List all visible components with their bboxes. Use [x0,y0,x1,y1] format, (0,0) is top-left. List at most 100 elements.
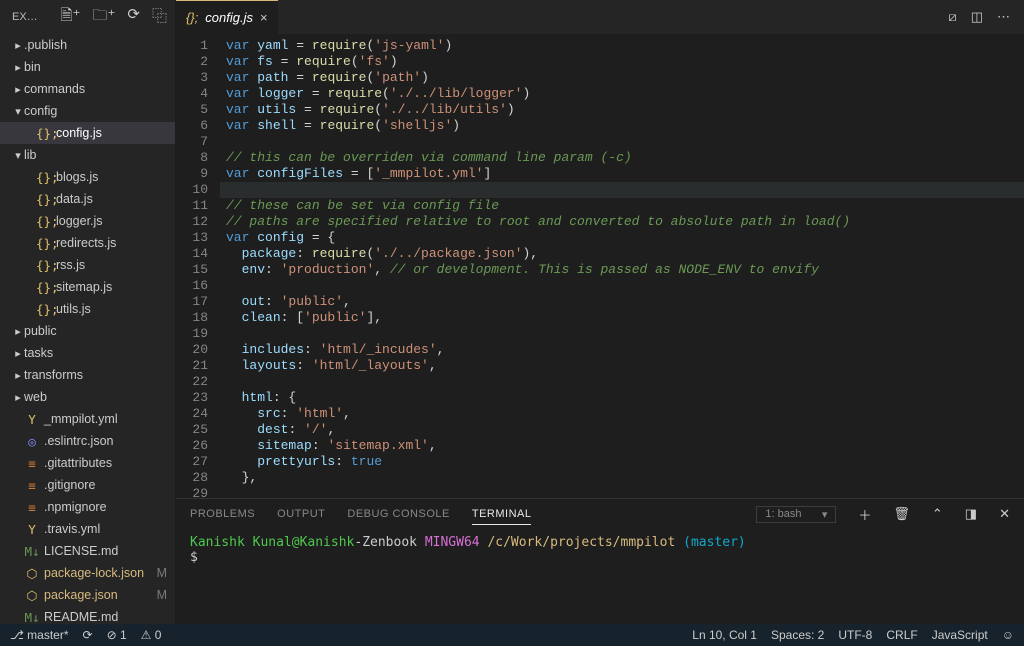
status-language[interactable]: JavaScript [932,628,988,642]
panel-tab-output[interactable]: OUTPUT [277,508,325,520]
code-line[interactable]: var yaml = require('js-yaml') [220,38,1024,54]
file--mmpilot-yml[interactable]: Y_mmpilot.yml [0,408,175,430]
code-line[interactable] [220,374,1024,390]
code-line[interactable]: var shell = require('shelljs') [220,118,1024,134]
panel-tab-terminal[interactable]: TERMINAL [472,504,532,525]
code-line[interactable]: sitemap: 'sitemap.xml', [220,438,1024,454]
file-logger-js[interactable]: {};logger.js [0,210,175,232]
folder-public[interactable]: ▸public [0,320,175,342]
folder-lib[interactable]: ▾lib [0,144,175,166]
folder-commands[interactable]: ▸commands [0,78,175,100]
tab-config-js[interactable]: {}; config.js × [176,0,279,34]
status-indentation[interactable]: Spaces: 2 [771,628,824,642]
terminal-selector[interactable]: 1: bash ▾ [756,506,836,523]
file-license-md[interactable]: M↓LICENSE.md [0,540,175,562]
status-errors[interactable]: ⊘ 1 [107,628,127,642]
chevron-down-icon: ▾ [822,508,828,521]
code-line[interactable]: var config = { [220,230,1024,246]
compare-icon[interactable]: ⧄ [948,9,956,25]
status-encoding[interactable]: UTF-8 [838,628,872,642]
code-line[interactable]: package: require('./../package.json'), [220,246,1024,262]
status-eol[interactable]: CRLF [886,628,917,642]
code-line[interactable] [220,182,1024,198]
close-tab-icon[interactable]: × [260,10,268,25]
editor-body[interactable]: 1234567891011121314151617181920212223242… [176,34,1024,498]
close-panel-icon[interactable]: ✕ [999,506,1010,522]
file--gitignore[interactable]: ≡.gitignore [0,474,175,496]
code-line[interactable]: src: 'html', [220,406,1024,422]
status-warnings[interactable]: ⚠ 0 [141,628,162,642]
code-line[interactable]: out: 'public', [220,294,1024,310]
new-terminal-icon[interactable]: ＋ [858,505,871,524]
code-line[interactable] [220,326,1024,342]
new-file-icon[interactable]: 🗎⁺ [61,5,81,30]
code-line[interactable]: var utils = require('./../lib/utils') [220,102,1024,118]
file-utils-js[interactable]: {};utils.js [0,298,175,320]
chevron-right-icon: ▸ [12,39,24,52]
maximize-panel-icon[interactable]: ⌃ [932,506,943,522]
tree-item-label: blogs.js [56,170,98,184]
code-line[interactable]: // paths are specified relative to root … [220,214,1024,230]
file-data-js[interactable]: {};data.js [0,188,175,210]
chevron-down-icon: ▾ [12,105,24,118]
code-content[interactable]: var yaml = require('js-yaml')var fs = re… [220,34,1024,498]
split-editor-icon[interactable]: ◫ [971,9,983,25]
code-line[interactable]: layouts: 'html/_layouts', [220,358,1024,374]
code-line[interactable]: clean: ['public'], [220,310,1024,326]
code-line[interactable]: prettyurls: true [220,454,1024,470]
status-sync-icon[interactable]: ⟳ [83,628,93,642]
code-line[interactable] [220,134,1024,150]
file--gitattributes[interactable]: ≡.gitattributes [0,452,175,474]
folder-config[interactable]: ▾config [0,100,175,122]
kill-terminal-icon[interactable]: 🗑 [893,506,910,522]
code-line[interactable]: var logger = require('./../lib/logger') [220,86,1024,102]
code-line[interactable]: // this can be overriden via command lin… [220,150,1024,166]
folder-transforms[interactable]: ▸transforms [0,364,175,386]
file-type-icon: {}; [36,258,52,273]
folder-bin[interactable]: ▸bin [0,56,175,78]
file-type-icon: {}; [36,214,52,229]
code-line[interactable]: var fs = require('fs') [220,54,1024,70]
more-actions-icon[interactable]: ⋯ [997,9,1010,25]
file-rss-js[interactable]: {};rss.js [0,254,175,276]
file-redirects-js[interactable]: {};redirects.js [0,232,175,254]
folder-tasks[interactable]: ▸tasks [0,342,175,364]
chevron-right-icon: ▸ [12,83,24,96]
file-readme-md[interactable]: M↓README.md [0,606,175,624]
folder-web[interactable]: ▸web [0,386,175,408]
file-sitemap-js[interactable]: {};sitemap.js [0,276,175,298]
code-line[interactable] [220,486,1024,498]
file--eslintrc-json[interactable]: ◎.eslintrc.json [0,430,175,452]
code-line[interactable]: }, [220,470,1024,486]
code-line[interactable]: // these can be set via config file [220,198,1024,214]
scm-status: M [157,588,175,602]
explorer-actions: 🗎⁺ 🗀⁺ ⟳ ⿻ [61,5,168,30]
toggle-panel-layout-icon[interactable]: ◨ [965,506,977,522]
file-package-lock-json[interactable]: ⬡package-lock.jsonM [0,562,175,584]
file-type-icon: ≡ [24,478,40,493]
terminal[interactable]: Kanishk Kunal@Kanishk-Zenbook MINGW64 /c… [176,529,1024,624]
code-line[interactable]: html: { [220,390,1024,406]
folder--publish[interactable]: ▸.publish [0,34,175,56]
panel-tab-problems[interactable]: PROBLEMS [190,508,255,520]
file-config-js[interactable]: {};config.js [0,122,175,144]
collapse-all-icon[interactable]: ⿻ [152,5,167,30]
code-line[interactable]: var configFiles = ['_mmpilot.yml'] [220,166,1024,182]
status-feedback-icon[interactable]: ☺ [1002,628,1014,642]
status-branch[interactable]: ⎇ master* [10,628,69,642]
editor-tabs: {}; config.js × ⧄ ◫ ⋯ [176,0,1024,34]
file--travis-yml[interactable]: Y.travis.yml [0,518,175,540]
code-line[interactable]: includes: 'html/_incudes', [220,342,1024,358]
file-package-json[interactable]: ⬡package.jsonM [0,584,175,606]
status-cursor-position[interactable]: Ln 10, Col 1 [692,628,757,642]
code-line[interactable]: dest: '/', [220,422,1024,438]
code-line[interactable]: var path = require('path') [220,70,1024,86]
code-line[interactable] [220,278,1024,294]
code-line[interactable]: env: 'production', // or development. Th… [220,262,1024,278]
chevron-right-icon: ▸ [12,391,24,404]
refresh-icon[interactable]: ⟳ [127,5,140,30]
new-folder-icon[interactable]: 🗀⁺ [92,5,115,30]
panel-tab-debug-console[interactable]: DEBUG CONSOLE [347,508,449,520]
file--npmignore[interactable]: ≡.npmignore [0,496,175,518]
file-blogs-js[interactable]: {};blogs.js [0,166,175,188]
